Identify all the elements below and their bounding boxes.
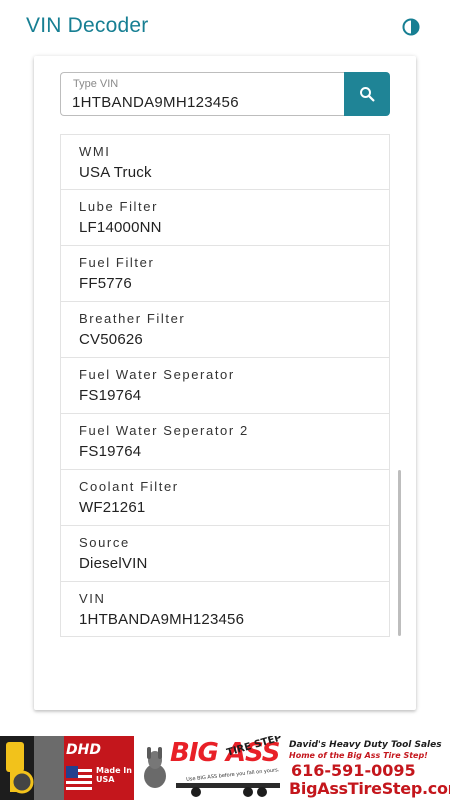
item-label: WMI [79, 144, 111, 159]
contrast-icon [402, 18, 420, 36]
item-label: Lube Filter [79, 199, 159, 214]
vin-field[interactable]: Type VIN [60, 72, 344, 116]
list-item-fuel-filter: Fuel Filter FF5776 [61, 245, 389, 301]
ad-phone: 616-591-0095 [291, 761, 416, 780]
item-value: CV50626 [79, 331, 143, 348]
trailer-icon [176, 783, 280, 797]
list-item-fuel-water-seperator: Fuel Water Seperator FS19764 [61, 357, 389, 413]
item-label: VIN [79, 591, 106, 606]
list-item-breather-filter: Breather Filter CV50626 [61, 301, 389, 357]
item-value: FF5776 [79, 275, 132, 292]
list-scrollbar[interactable] [398, 470, 401, 636]
item-label: Breather Filter [79, 311, 186, 326]
search-button[interactable] [344, 72, 390, 116]
app-title: VIN Decoder [26, 14, 149, 37]
results-list[interactable]: WMI USA Truck Lube Filter LF14000NN Fuel… [60, 134, 390, 637]
item-label: Fuel Water Seperator 2 [79, 423, 249, 438]
item-value: LF14000NN [79, 219, 162, 236]
item-value: WF21261 [79, 499, 146, 516]
item-label: Coolant Filter [79, 479, 179, 494]
item-value: FS19764 [79, 443, 142, 460]
list-item-wmi: WMI USA Truck [61, 134, 389, 189]
list-item-fuel-water-seperator-2: Fuel Water Seperator 2 FS19764 [61, 413, 389, 469]
item-label: Fuel Water Seperator [79, 367, 235, 382]
truck-photo [34, 736, 64, 800]
list-item-vin: VIN 1HTBANDA9MH123456 [61, 581, 389, 636]
vin-field-label: Type VIN [73, 78, 119, 90]
item-value: DieselVIN [79, 555, 148, 572]
item-label: Fuel Filter [79, 255, 155, 270]
ad-slogan: Home of the Big Ass Tire Step! [289, 751, 428, 760]
search-icon [360, 87, 375, 102]
item-label: Source [79, 535, 130, 550]
app-bar: VIN Decoder [0, 0, 450, 56]
list-item-lube-filter: Lube Filter LF14000NN [61, 189, 389, 245]
vin-input[interactable] [72, 92, 332, 112]
item-value: USA Truck [79, 164, 152, 181]
theme-toggle-button[interactable] [398, 14, 424, 40]
item-value: FS19764 [79, 387, 142, 404]
item-value: 1HTBANDA9MH123456 [79, 611, 245, 628]
donkey-icon [144, 747, 166, 788]
dhd-logo: DHD [66, 742, 101, 758]
tire-step-photo [0, 736, 34, 800]
ad-url: BigAssTireStep.com [289, 779, 450, 798]
ad-banner[interactable]: DHD Made In USA BIG ASS TIRE STEP Use BI… [0, 736, 450, 800]
list-item-source: Source DieselVIN [61, 525, 389, 581]
made-in-usa-label: Made In USA [96, 766, 132, 784]
list-item-coolant-filter: Coolant Filter WF21261 [61, 469, 389, 525]
ad-company-name: David's Heavy Duty Tool Sales [289, 740, 442, 750]
ad-dhd-panel: DHD Made In USA [0, 736, 134, 800]
usa-flag-icon [66, 766, 92, 790]
